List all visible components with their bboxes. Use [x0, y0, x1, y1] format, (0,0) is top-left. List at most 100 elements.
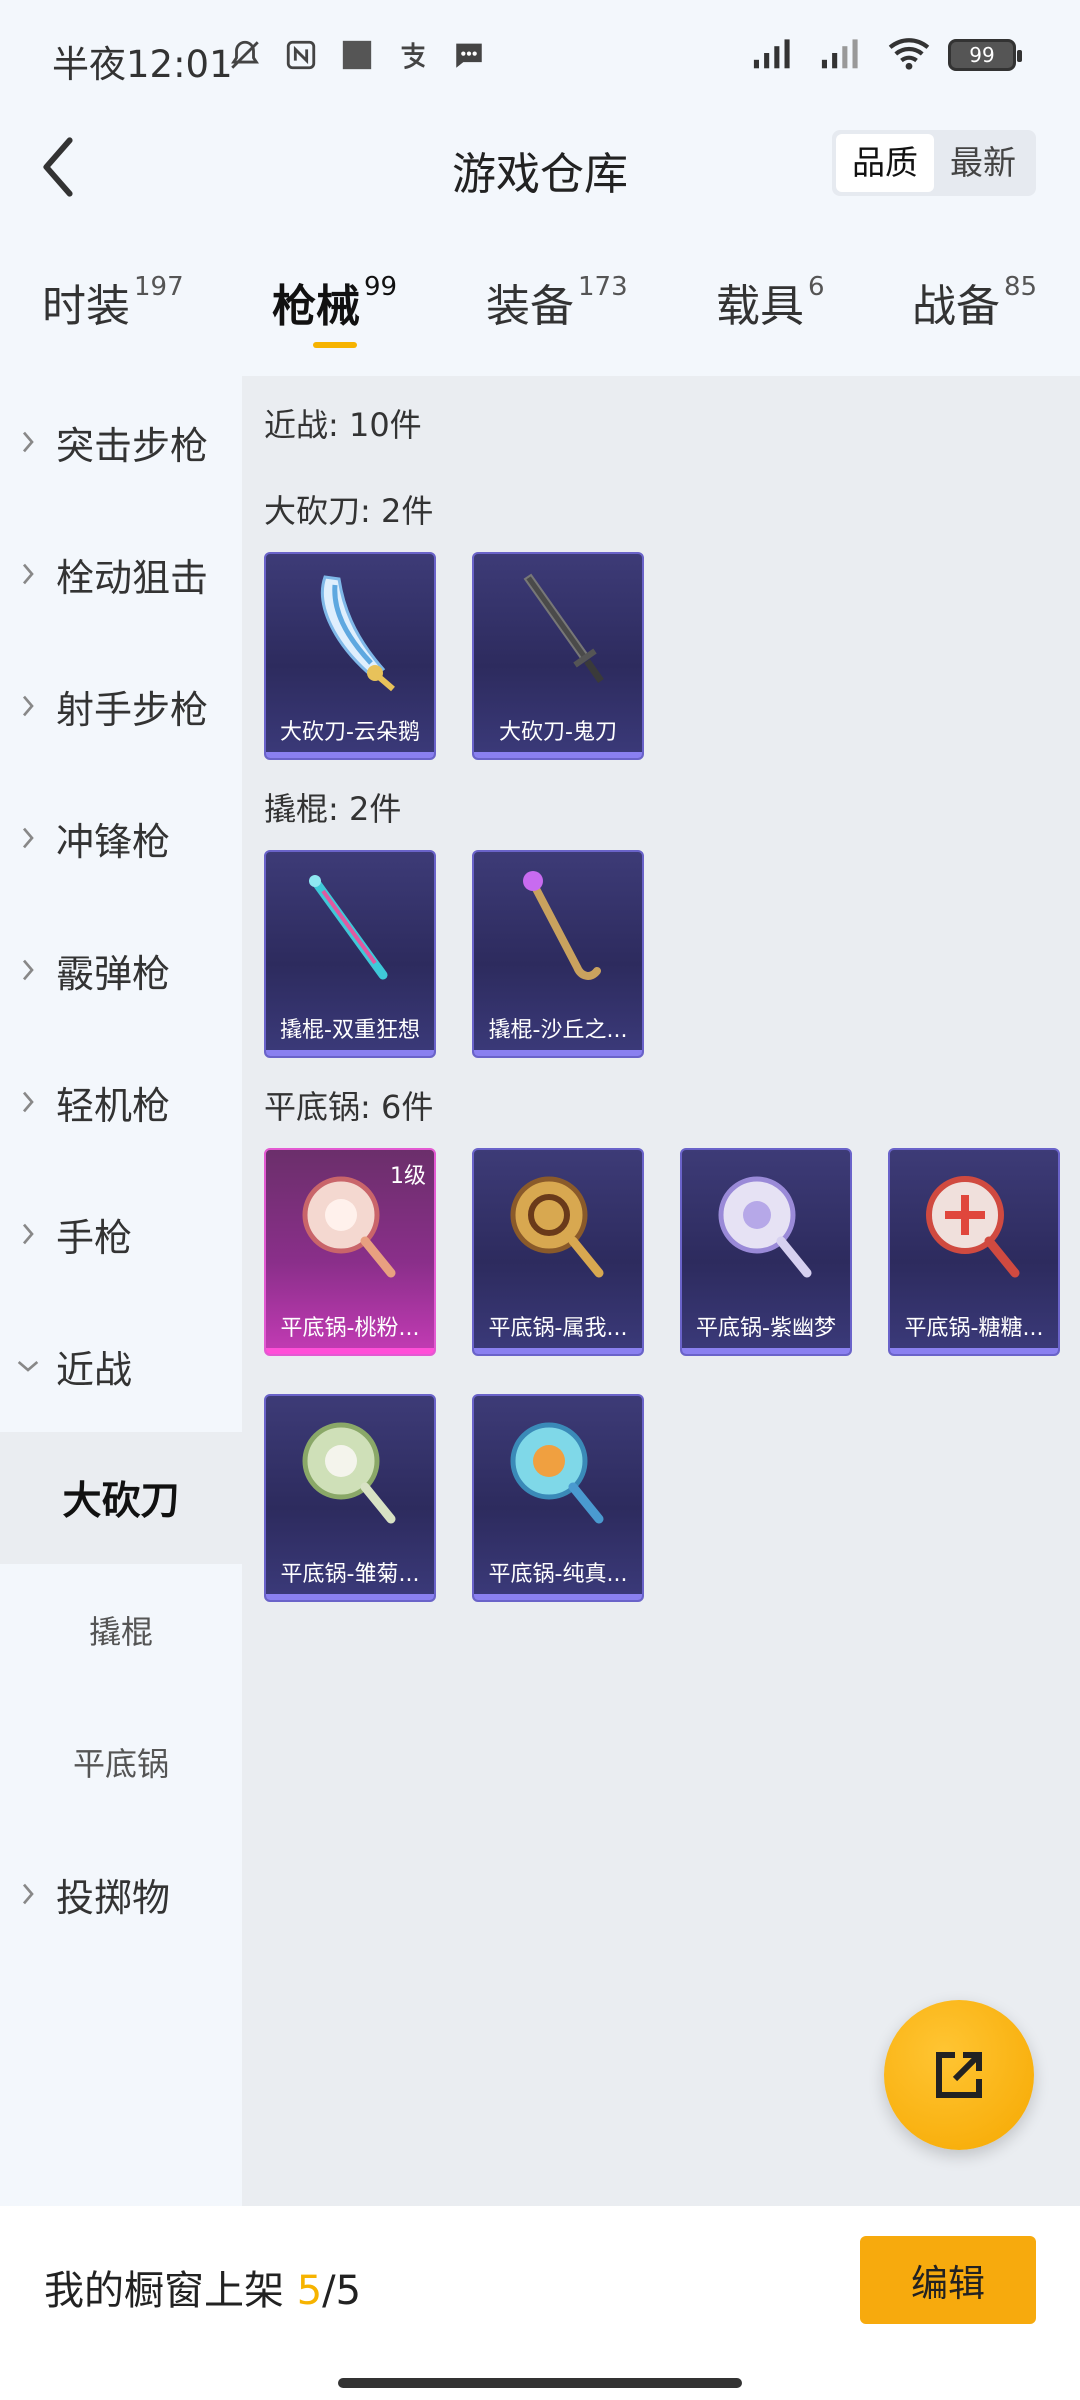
item-name: 平底锅-纯真...	[488, 1562, 628, 1587]
sidebar-item-label: 射手步枪	[56, 687, 209, 732]
status-right: 99	[750, 36, 1022, 74]
message-icon	[450, 36, 488, 74]
sidebar-item-label: 手枪	[56, 1215, 133, 1260]
pan-icon	[890, 1156, 1058, 1296]
tab-label: 时装	[42, 281, 130, 332]
tab-supplies[interactable]: 战备 85	[912, 270, 1037, 334]
status-time: 半夜12:01	[52, 43, 233, 86]
sidebar-subitem-machete[interactable]: 大砍刀	[0, 1432, 242, 1564]
melee-total: 近战: 10件	[264, 406, 422, 444]
sidebar-item-bolt-sniper[interactable]: 栓动狙击	[0, 508, 242, 640]
sidebar-item-label: 栓动狙击	[56, 555, 209, 600]
sword-icon	[474, 560, 642, 700]
chevron-right-icon	[0, 430, 56, 454]
rarity-bar	[266, 1050, 434, 1056]
sidebar-item-smg[interactable]: 冲锋枪	[0, 772, 242, 904]
tab-label: 装备	[486, 281, 574, 332]
rarity-bar	[890, 1348, 1058, 1354]
sidebar-item-lmg[interactable]: 轻机枪	[0, 1036, 242, 1168]
rarity-bar	[474, 752, 642, 758]
share-icon	[936, 2052, 982, 2098]
sidebar-subitem-pan[interactable]: 平底锅	[0, 1696, 242, 1828]
item-name: 大砍刀-云朵鹅	[280, 720, 420, 745]
item-name: 撬棍-沙丘之...	[488, 1018, 628, 1043]
alipay-icon	[394, 36, 432, 74]
item-card[interactable]: 平底锅-纯真...	[472, 1394, 644, 1602]
chevron-right-icon	[0, 826, 56, 850]
item-name: 平底锅-糖糖...	[904, 1316, 1044, 1341]
tab-fashion[interactable]: 时装 197	[42, 270, 184, 334]
section-title: 平底锅: 6件	[264, 1088, 434, 1126]
chevron-right-icon	[0, 694, 56, 718]
item-card[interactable]: 大砍刀-云朵鹅	[264, 552, 436, 760]
sidebar-item-label: 霰弹枪	[56, 951, 171, 996]
section-title: 撬棍: 2件	[264, 790, 402, 828]
item-card[interactable]: 撬棍-双重狂想	[264, 850, 436, 1058]
active-tab-indicator	[313, 342, 357, 348]
status-bar: 半夜12:01 99	[0, 0, 1080, 110]
signal-icon-2	[818, 36, 870, 74]
showcase-label: 我的橱窗上架	[44, 2268, 297, 2314]
sidebar-item-label: 近战	[56, 1347, 133, 1392]
item-name: 撬棍-双重狂想	[280, 1018, 420, 1043]
share-fab-button[interactable]	[884, 2000, 1034, 2150]
sidebar: 突击步枪 栓动狙击 射手步枪 冲锋枪 霰弹枪 轻机枪 手枪 近战 大砍刀 撬棍 …	[0, 376, 242, 2206]
sidebar-item-label: 投掷物	[56, 1875, 171, 1920]
sidebar-item-label: 轻机枪	[56, 1083, 171, 1128]
showcase-summary: 我的橱窗上架 5/5	[44, 2258, 361, 2316]
sidebar-subitem-crowbar[interactable]: 撬棍	[0, 1564, 242, 1696]
pan-icon	[474, 1402, 642, 1542]
pan-icon	[266, 1156, 434, 1296]
item-name: 平底锅-紫幽梦	[696, 1316, 836, 1341]
rarity-bar	[474, 1050, 642, 1056]
item-card[interactable]: 1级 平底锅-桃粉...	[264, 1148, 436, 1356]
item-card[interactable]: 平底锅-雏菊...	[264, 1394, 436, 1602]
showcase-count: 5	[296, 2268, 323, 2314]
rarity-bar	[266, 1348, 434, 1354]
tab-count: 99	[364, 272, 398, 302]
bell-off-icon	[226, 36, 264, 74]
item-card[interactable]: 平底锅-紫幽梦	[680, 1148, 852, 1356]
sidebar-item-marksman-rifle[interactable]: 射手步枪	[0, 640, 242, 772]
tab-count: 173	[578, 272, 628, 302]
item-card[interactable]: 平底锅-属我...	[472, 1148, 644, 1356]
crowbar-icon	[474, 858, 642, 998]
section-title: 大砍刀: 2件	[264, 492, 434, 530]
item-name: 平底锅-雏菊...	[280, 1562, 420, 1587]
chevron-down-icon	[0, 1359, 56, 1373]
header: 游戏仓库 品质 最新	[0, 110, 1080, 220]
rarity-bar	[474, 1594, 642, 1600]
sort-newest-button[interactable]: 最新	[934, 134, 1032, 192]
rarity-bar	[266, 752, 434, 758]
signal-icon	[750, 36, 802, 74]
edit-button[interactable]: 编辑	[860, 2236, 1036, 2324]
home-indicator[interactable]	[338, 2378, 742, 2388]
bottom-bar: 我的橱窗上架 5/5 编辑	[0, 2206, 1080, 2400]
sidebar-item-melee[interactable]: 近战	[0, 1300, 242, 1432]
sidebar-item-pistol[interactable]: 手枪	[0, 1168, 242, 1300]
sidebar-item-label: 冲锋枪	[56, 819, 171, 864]
battery-icon: 99	[948, 39, 1022, 71]
crowbar-icon	[266, 858, 434, 998]
chevron-right-icon	[0, 1882, 56, 1906]
pan-icon	[682, 1156, 850, 1296]
item-card[interactable]: 平底锅-糖糖...	[888, 1148, 1060, 1356]
sidebar-item-assault-rifle[interactable]: 突击步枪	[0, 376, 242, 508]
square-icon	[338, 36, 376, 74]
sort-quality-button[interactable]: 品质	[836, 134, 934, 192]
chevron-right-icon	[0, 1222, 56, 1246]
sidebar-item-throwable[interactable]: 投掷物	[0, 1828, 242, 1960]
item-name: 平底锅-属我...	[488, 1316, 628, 1341]
sidebar-item-shotgun[interactable]: 霰弹枪	[0, 904, 242, 1036]
item-card[interactable]: 撬棍-沙丘之...	[472, 850, 644, 1058]
item-card[interactable]: 大砍刀-鬼刀	[472, 552, 644, 760]
tab-count: 85	[1004, 272, 1038, 302]
tab-label: 载具	[716, 281, 804, 332]
tab-vehicles[interactable]: 载具 6	[716, 270, 825, 334]
tab-guns[interactable]: 枪械 99	[272, 270, 397, 334]
rarity-bar	[682, 1348, 850, 1354]
tab-equipment[interactable]: 装备 173	[486, 270, 628, 334]
category-tabs: 时装 197 枪械 99 装备 173 载具 6 战备 85	[0, 250, 1080, 350]
item-name: 大砍刀-鬼刀	[499, 720, 617, 745]
showcase-total: /5	[322, 2268, 362, 2314]
